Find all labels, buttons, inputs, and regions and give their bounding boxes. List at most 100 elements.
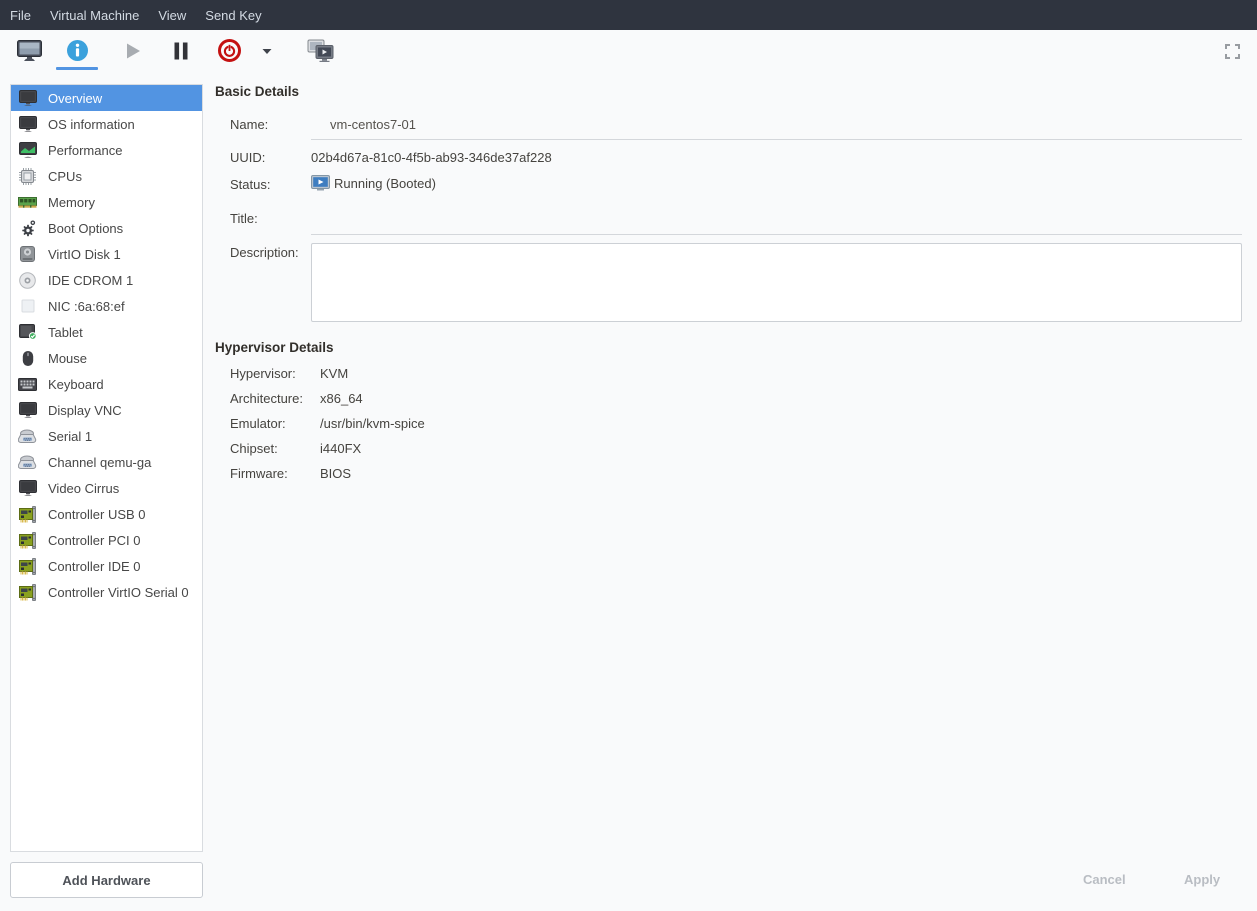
sidebar-item-ide-cdrom-1[interactable]: IDE CDROM 1 xyxy=(11,267,202,293)
sidebar-item-label: CPUs xyxy=(48,169,82,184)
name-label: Name: xyxy=(230,117,268,132)
vm-name-input[interactable]: vm-centos7-01 xyxy=(330,117,416,132)
hypervisor-rows: Hypervisor:KVMArchitecture:x86_64Emulato… xyxy=(230,366,425,491)
cpu-icon xyxy=(17,168,38,185)
fullscreen-icon xyxy=(1225,44,1240,59)
sidebar-item-nic-6a-68-ef[interactable]: NIC :6a:68:ef xyxy=(11,293,202,319)
sidebar-item-label: Memory xyxy=(48,195,95,210)
field-label: Chipset: xyxy=(230,441,320,456)
sidebar-item-label: Controller PCI 0 xyxy=(48,533,140,548)
hypervisor-row-chipset: Chipset:i440FX xyxy=(230,441,425,456)
sidebar-item-label: OS information xyxy=(48,117,135,132)
sidebar-item-video-cirrus[interactable]: Video Cirrus xyxy=(11,475,202,501)
field-label: Hypervisor: xyxy=(230,366,320,381)
sidebar-item-label: Channel qemu-ga xyxy=(48,455,151,470)
run-button[interactable] xyxy=(109,34,157,68)
nic-icon xyxy=(17,299,38,313)
sidebar-item-serial-1[interactable]: Serial 1 xyxy=(11,423,202,449)
tablet-icon xyxy=(17,324,38,340)
hypervisor-row-firmware: Firmware:BIOS xyxy=(230,466,425,481)
sidebar-item-keyboard[interactable]: Keyboard xyxy=(11,371,202,397)
caret-down-icon xyxy=(261,47,273,55)
toolbar xyxy=(0,30,1257,71)
field-value: /usr/bin/kvm-spice xyxy=(320,416,425,431)
uuid-value: 02b4d67a-81c0-4f5b-ab93-346de37af228 xyxy=(311,150,552,165)
sidebar-item-cpus[interactable]: CPUs xyxy=(11,163,202,189)
disk-icon xyxy=(17,246,38,262)
field-label: Emulator: xyxy=(230,416,320,431)
description-label: Description: xyxy=(230,245,299,260)
sidebar-item-mouse[interactable]: Mouse xyxy=(11,345,202,371)
sidebar-item-display-vnc[interactable]: Display VNC xyxy=(11,397,202,423)
shut-down-menu-button[interactable] xyxy=(253,34,281,68)
status-label: Status: xyxy=(230,177,270,192)
apply-button[interactable]: Apply xyxy=(1184,872,1220,887)
sidebar-item-label: Controller IDE 0 xyxy=(48,559,140,574)
field-value: x86_64 xyxy=(320,391,363,406)
menu-send-key[interactable]: Send Key xyxy=(205,8,261,23)
uuid-label: UUID: xyxy=(230,150,265,165)
fullscreen-button[interactable] xyxy=(1217,34,1247,68)
sidebar-item-label: NIC :6a:68:ef xyxy=(48,299,125,314)
serial-icon xyxy=(17,455,38,469)
sidebar-item-controller-pci-0[interactable]: Controller PCI 0 xyxy=(11,527,202,553)
field-value: i440FX xyxy=(320,441,361,456)
hypervisor-row-emulator: Emulator:/usr/bin/kvm-spice xyxy=(230,416,425,431)
menubar: File Virtual Machine View Send Key xyxy=(0,0,1257,30)
sidebar-item-memory[interactable]: Memory xyxy=(11,189,202,215)
hardware-list: Overview OS information Performance CPUs Mem… xyxy=(10,84,203,852)
title-label: Title: xyxy=(230,211,258,226)
screens-icon xyxy=(307,39,334,62)
show-graphical-console-button[interactable] xyxy=(5,34,53,68)
play-icon xyxy=(123,41,143,61)
show-details-button[interactable] xyxy=(53,34,101,68)
monitor-dark-icon xyxy=(17,480,38,496)
sidebar-item-os-information[interactable]: OS information xyxy=(11,111,202,137)
sidebar-item-controller-virtio-serial-0[interactable]: Controller VirtIO Serial 0 xyxy=(11,579,202,605)
sidebar-item-label: Tablet xyxy=(48,325,83,340)
status-value: Running (Booted) xyxy=(334,176,436,191)
sidebar-item-label: Keyboard xyxy=(48,377,104,392)
field-label: Firmware: xyxy=(230,466,320,481)
hypervisor-row-hypervisor: Hypervisor:KVM xyxy=(230,366,425,381)
add-hardware-button[interactable]: Add Hardware xyxy=(10,862,203,898)
sidebar-item-label: IDE CDROM 1 xyxy=(48,273,133,288)
pci-card-icon xyxy=(17,584,38,601)
sidebar-item-virtio-disk-1[interactable]: VirtIO Disk 1 xyxy=(11,241,202,267)
pause-button[interactable] xyxy=(157,34,205,68)
monitor-dark-icon xyxy=(17,90,38,106)
sidebar-item-channel-qemu-ga[interactable]: Channel qemu-ga xyxy=(11,449,202,475)
performance-icon xyxy=(17,142,38,158)
sidebar-item-performance[interactable]: Performance xyxy=(11,137,202,163)
sidebar-item-label: Controller USB 0 xyxy=(48,507,146,522)
menu-file[interactable]: File xyxy=(10,8,31,23)
shut-down-button[interactable] xyxy=(205,34,253,68)
hypervisor-details-title: Hypervisor Details xyxy=(215,340,334,355)
mouse-icon xyxy=(17,350,38,367)
vm-title-input-underline xyxy=(311,234,1242,235)
monitor-dark-icon xyxy=(17,116,38,132)
sidebar-item-label: Controller VirtIO Serial 0 xyxy=(48,585,189,600)
sidebar-item-controller-ide-0[interactable]: Controller IDE 0 xyxy=(11,553,202,579)
keyboard-icon xyxy=(17,378,38,391)
sidebar-item-boot-options[interactable]: Boot Options xyxy=(11,215,202,241)
sidebar-item-controller-usb-0[interactable]: Controller USB 0 xyxy=(11,501,202,527)
pause-icon xyxy=(173,41,189,61)
monitor-icon xyxy=(17,40,42,62)
sidebar-item-label: Display VNC xyxy=(48,403,122,418)
serial-icon xyxy=(17,429,38,443)
sidebar-item-label: Performance xyxy=(48,143,122,158)
sidebar-item-label: Overview xyxy=(48,91,102,106)
description-textarea[interactable] xyxy=(311,243,1242,322)
menu-virtual-machine[interactable]: Virtual Machine xyxy=(50,8,139,23)
monitor-dark-icon xyxy=(17,402,38,418)
snapshots-button[interactable] xyxy=(296,34,344,68)
sidebar-item-overview[interactable]: Overview xyxy=(11,85,202,111)
cancel-button[interactable]: Cancel xyxy=(1083,872,1126,887)
sidebar-item-label: Serial 1 xyxy=(48,429,92,444)
sidebar-item-tablet[interactable]: Tablet xyxy=(11,319,202,345)
sidebar-item-label: VirtIO Disk 1 xyxy=(48,247,121,262)
menu-view[interactable]: View xyxy=(158,8,186,23)
pci-card-icon xyxy=(17,532,38,549)
memory-icon xyxy=(17,196,38,209)
